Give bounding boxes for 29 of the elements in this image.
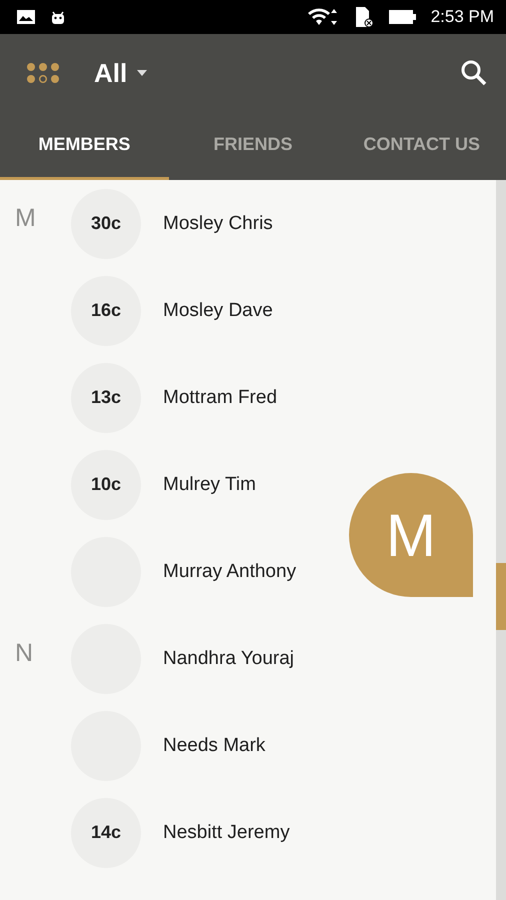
credit-badge: 13c (71, 362, 141, 432)
filter-dropdown[interactable]: All (94, 58, 148, 88)
caret-icon (137, 70, 148, 76)
apps-icon[interactable] (26, 62, 60, 84)
member-name[interactable]: Nesbitt Jeremy (163, 822, 290, 844)
battery-icon (388, 9, 417, 25)
scrollbar-thumb[interactable] (496, 563, 506, 630)
search-icon[interactable] (460, 59, 488, 87)
credit-badge: 30c (71, 188, 141, 258)
section-letter: M (15, 204, 36, 232)
credit-badge: 14c (71, 798, 141, 868)
tab[interactable]: CONTACT US (337, 112, 506, 180)
robot-icon (50, 9, 66, 25)
tab[interactable]: FRIENDS (168, 112, 338, 180)
fast-scroll-bubble: M (349, 473, 473, 597)
clock-time: 2:53 PM (430, 7, 494, 27)
scrollbar-track[interactable] (496, 180, 506, 900)
image-icon (16, 9, 36, 25)
member-name[interactable]: Mosley Chris (163, 212, 273, 234)
section-letter: N (15, 639, 34, 667)
wifi-icon (306, 7, 339, 27)
credit-badge: 10c (71, 450, 141, 520)
member-name[interactable]: Mottram Fred (163, 386, 278, 408)
member-name[interactable]: Needs Mark (163, 734, 266, 756)
member-name[interactable]: Nandhra Youraj (163, 648, 294, 670)
credit-badge: 16c (71, 276, 141, 346)
member-name[interactable]: Mulrey Tim (163, 474, 256, 496)
member-name[interactable]: Murray Anthony (163, 560, 296, 582)
member-name[interactable]: Mosley Dave (163, 300, 273, 322)
